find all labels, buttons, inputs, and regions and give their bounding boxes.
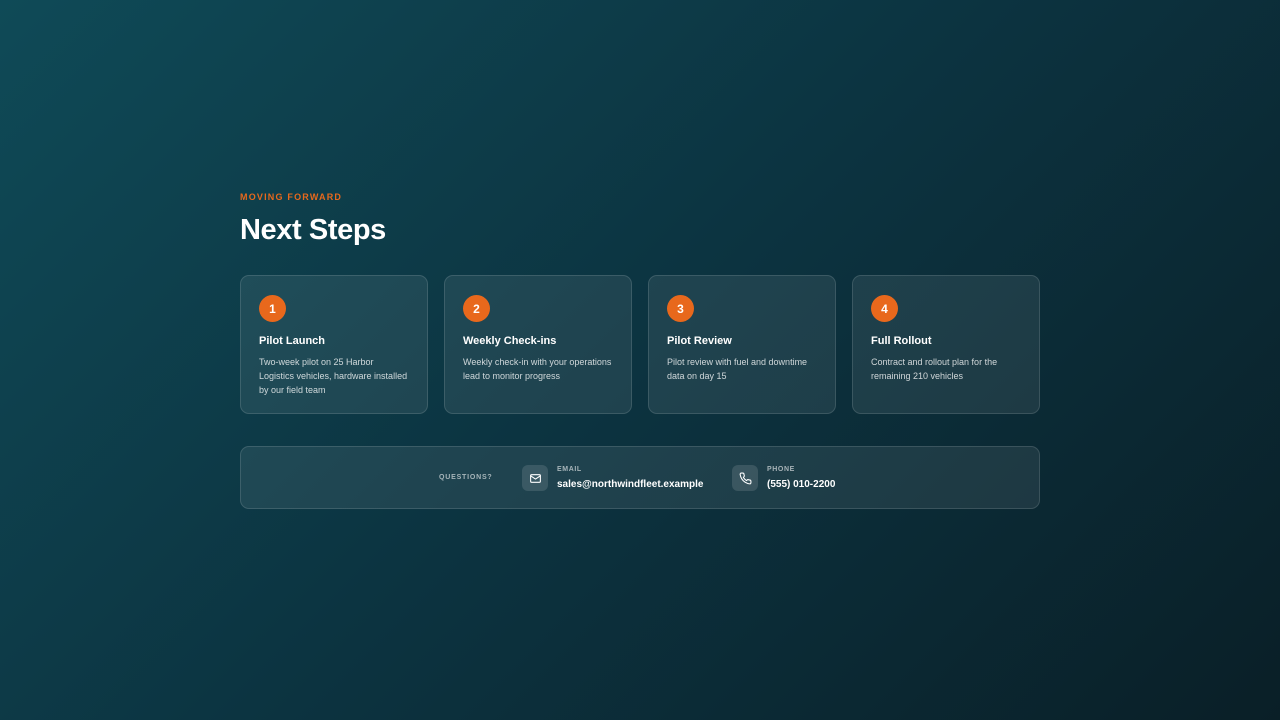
- step-card-pilot-launch: 1 Pilot Launch Two-week pilot on 25 Harb…: [240, 275, 428, 414]
- email-link[interactable]: sales@northwindfleet.example: [557, 478, 703, 491]
- email-label: EMAIL: [557, 466, 582, 473]
- mail-icon: [522, 465, 548, 491]
- questions-label: QUESTIONS?: [439, 474, 493, 481]
- step-description: Two-week pilot on 25 Harbor Logistics ve…: [259, 357, 408, 395]
- step-title: Pilot Launch: [259, 335, 325, 347]
- contact-email[interactable]: EMAIL sales@northwindfleet.example: [522, 464, 703, 492]
- phone-link[interactable]: (555) 010-2200: [767, 478, 835, 491]
- phone-label: PHONE: [767, 466, 795, 473]
- step-card-pilot-review: 3 Pilot Review Pilot review with fuel an…: [648, 275, 836, 414]
- step-description: Pilot review with fuel and downtime data…: [667, 357, 808, 381]
- step-number-badge: 4: [871, 295, 898, 322]
- step-number-badge: 2: [463, 295, 490, 322]
- steps-row: 1 Pilot Launch Two-week pilot on 25 Harb…: [240, 275, 1040, 414]
- contact-phone[interactable]: PHONE (555) 010-2200: [732, 464, 835, 492]
- step-title: Weekly Check-ins: [463, 335, 557, 347]
- step-number-badge: 1: [259, 295, 286, 322]
- step-number-badge: 3: [667, 295, 694, 322]
- step-description: Contract and rollout plan for the remain…: [871, 357, 998, 381]
- page-title: Next Steps: [240, 214, 386, 246]
- step-card-weekly-check-ins: 2 Weekly Check-ins Weekly check-in with …: [444, 275, 632, 414]
- slide: MOVING FORWARD Next Steps 1 Pilot Launch…: [240, 0, 1040, 720]
- step-title: Full Rollout: [871, 335, 932, 347]
- eyebrow-label: MOVING FORWARD: [240, 192, 343, 202]
- step-description: Weekly check-in with your operations lea…: [463, 357, 612, 381]
- step-card-full-rollout: 4 Full Rollout Contract and rollout plan…: [852, 275, 1040, 414]
- phone-icon: [732, 465, 758, 491]
- contact-bar: QUESTIONS? EMAIL sales@northwindfleet.ex…: [240, 446, 1040, 509]
- step-title: Pilot Review: [667, 335, 732, 347]
